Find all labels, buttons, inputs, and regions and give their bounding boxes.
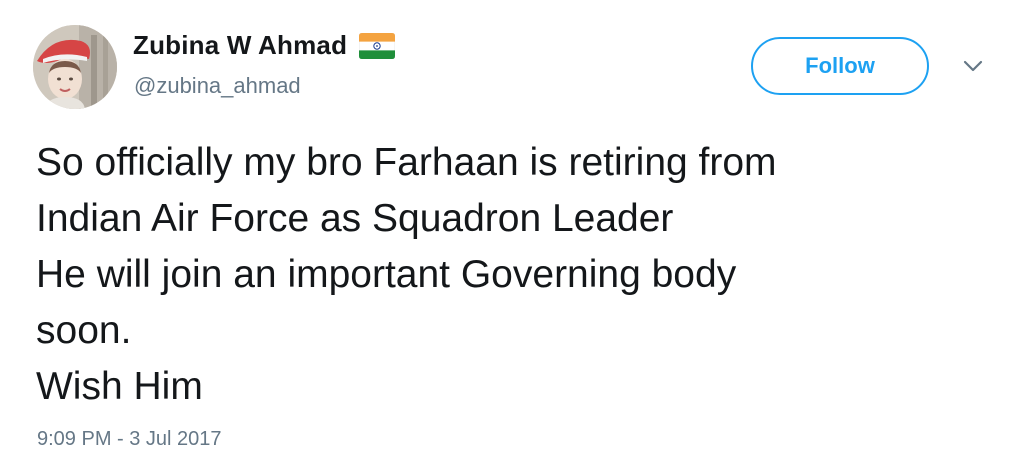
follow-button[interactable]: Follow [751, 37, 929, 95]
author-name[interactable]: Zubina W Ahmad [133, 30, 347, 61]
tweet-text: So officially my bro Farhaan is retiring… [36, 135, 996, 415]
tweet-timestamp[interactable]: 9:09 PM - 3 Jul 2017 [37, 428, 222, 451]
author-handle[interactable]: @zubina_ahmad [134, 73, 301, 99]
tweet-card: Zubina W Ahmad @zubina_ahmad Follow So o… [0, 0, 1024, 472]
india-flag-icon [359, 32, 396, 59]
tweet-text-line: Indian Air Force as Squadron Leader [36, 197, 674, 240]
tweet-text-line: He will join an important Governing body [36, 253, 737, 296]
avatar[interactable] [33, 25, 117, 109]
avatar-image [33, 25, 117, 109]
tweet-text-line: soon. [36, 309, 132, 352]
chevron-down-icon[interactable] [962, 58, 984, 74]
tweet-text-line: Wish Him [36, 365, 203, 408]
tweet-text-line: So officially my bro Farhaan is retiring… [36, 141, 777, 184]
author-name-row[interactable]: Zubina W Ahmad [133, 30, 396, 61]
